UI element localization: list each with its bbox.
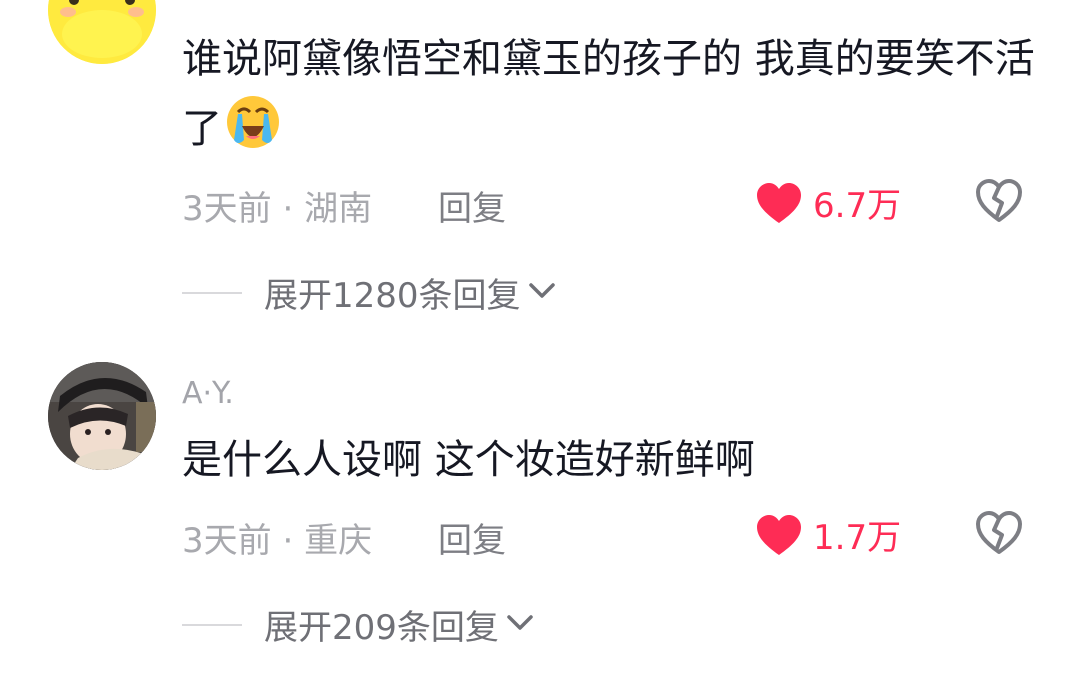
- reply-button[interactable]: 回复: [438, 513, 506, 562]
- heart-icon: [757, 514, 801, 555]
- meta-separator: ·: [282, 521, 294, 561]
- expand-replies-label: 展开1280条回复: [264, 276, 521, 316]
- expand-replies[interactable]: 展开1280条回复: [182, 268, 557, 317]
- comment-meta: 3天前 · 湖南: [182, 181, 372, 230]
- reply-button[interactable]: 回复: [438, 181, 506, 230]
- chevron-down-icon: [527, 281, 557, 305]
- duck-avatar-icon: [48, 0, 156, 64]
- chevron-down-icon: [505, 613, 535, 637]
- like-button[interactable]: 1.7万: [755, 510, 901, 559]
- like-count: 1.7万: [813, 518, 902, 558]
- broken-heart-icon: [976, 179, 1022, 222]
- dislike-button[interactable]: [975, 178, 1023, 228]
- avatar[interactable]: [48, 362, 156, 470]
- comment-location: 湖南: [304, 189, 373, 229]
- like-button[interactable]: 6.7万: [755, 178, 901, 227]
- expand-replies-label: 展开209条回复: [264, 608, 499, 648]
- divider: [182, 623, 242, 626]
- comment-time: 3天前: [182, 189, 272, 229]
- like-count: 6.7万: [813, 186, 902, 226]
- comment-text: 是什么人设啊 这个妆造好新鲜啊: [182, 427, 1042, 493]
- divider: [182, 291, 242, 294]
- dislike-button[interactable]: [975, 510, 1023, 560]
- comment-text-body: 谁说阿黛像悟空和黛玉的孩子的 我真的要笑不活了: [182, 36, 1035, 152]
- expand-replies[interactable]: 展开209条回复: [182, 600, 535, 649]
- avatar[interactable]: [48, 0, 156, 64]
- comment-text-body: 是什么人设啊 这个妆造好新鲜啊: [182, 437, 755, 483]
- meta-separator: ·: [282, 189, 294, 229]
- comment-username[interactable]: A·Y.: [182, 376, 234, 411]
- user-avatar-image: [48, 362, 156, 470]
- comment-meta: 3天前 · 重庆: [182, 513, 372, 562]
- comment-time: 3天前: [182, 521, 272, 561]
- comment-text: 谁说阿黛像悟空和黛玉的孩子的 我真的要笑不活了: [182, 26, 1042, 170]
- heart-icon: [757, 182, 801, 223]
- broken-heart-icon: [976, 511, 1022, 554]
- comment-location: 重庆: [304, 521, 373, 561]
- loudly-crying-face-emoji: [224, 92, 282, 170]
